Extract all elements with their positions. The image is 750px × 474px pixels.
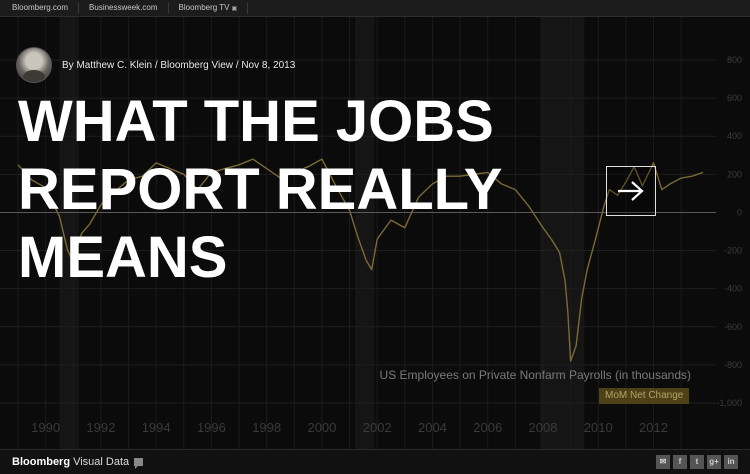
twitter-icon[interactable]: t [690, 455, 704, 469]
byline-text: By Matthew C. Klein / Bloomberg View / N… [62, 59, 296, 71]
y-tick-label: -400 [724, 284, 742, 294]
top-link-businessweek[interactable]: Businessweek.com [79, 3, 169, 13]
arrow-right-icon [618, 181, 644, 201]
headline-line-1: WHAT THE JOBS [18, 89, 494, 154]
mail-icon[interactable]: ✉ [656, 455, 670, 469]
headline: WHAT THE JOBS REPORT REALLY MEANS [18, 88, 618, 292]
x-tick-label: 2010 [584, 420, 613, 435]
external-link-icon: ▣ [231, 5, 238, 12]
y-tick-label: -800 [724, 360, 742, 370]
speech-bubble-icon [134, 458, 144, 469]
next-slide-button[interactable] [606, 166, 656, 216]
author-avatar [16, 47, 52, 83]
x-tick-label: 2000 [307, 420, 336, 435]
x-tick-label: 1998 [252, 420, 281, 435]
y-tick-label: 600 [727, 93, 742, 103]
headline-line-2: REPORT REALLY [18, 157, 503, 222]
x-tick-label: 1990 [31, 420, 60, 435]
y-tick-label: -1,000 [716, 398, 742, 408]
footer-bar: Bloomberg Visual Data ✉ f t g+ in [0, 449, 750, 474]
y-tick-label: 0 [737, 207, 742, 217]
y-tick-label: 800 [727, 55, 742, 65]
byline: By Matthew C. Klein / Bloomberg View / N… [16, 47, 296, 83]
x-tick-label: 2008 [529, 420, 558, 435]
y-tick-label: 400 [727, 131, 742, 141]
x-tick-label: 1996 [197, 420, 226, 435]
y-tick-label: -600 [724, 322, 742, 332]
linkedin-icon[interactable]: in [724, 455, 738, 469]
x-tick-label: 2012 [639, 420, 668, 435]
x-tick-label: 1994 [142, 420, 171, 435]
x-tick-label: 2002 [363, 420, 392, 435]
top-link-bloomberg[interactable]: Bloomberg.com [0, 3, 80, 13]
brand-name: Bloomberg [12, 456, 71, 468]
brand-logo[interactable]: Bloomberg Visual Data [12, 456, 144, 469]
x-tick-label: 1992 [86, 420, 115, 435]
x-tick-label: 2006 [473, 420, 502, 435]
y-tick-label: -200 [724, 246, 742, 256]
facebook-icon[interactable]: f [673, 455, 687, 469]
x-tick-label: 2004 [418, 420, 447, 435]
google-plus-icon[interactable]: g+ [707, 455, 721, 469]
top-link-bloomberg-tv-label: Bloomberg TV [178, 2, 230, 12]
top-nav-bar: Bloomberg.com Businessweek.com Bloomberg… [0, 0, 750, 17]
y-tick-label: 200 [727, 169, 742, 179]
headline-line-3: MEANS [18, 225, 228, 290]
chart-title: US Employees on Private Nonfarm Payrolls… [379, 368, 691, 382]
top-link-bloomberg-tv[interactable]: Bloomberg TV ▣ [169, 2, 249, 14]
share-buttons: ✉ f t g+ in [656, 455, 738, 469]
series-label-badge[interactable]: MoM Net Change [599, 388, 690, 404]
brand-subtitle: Visual Data [73, 456, 130, 468]
